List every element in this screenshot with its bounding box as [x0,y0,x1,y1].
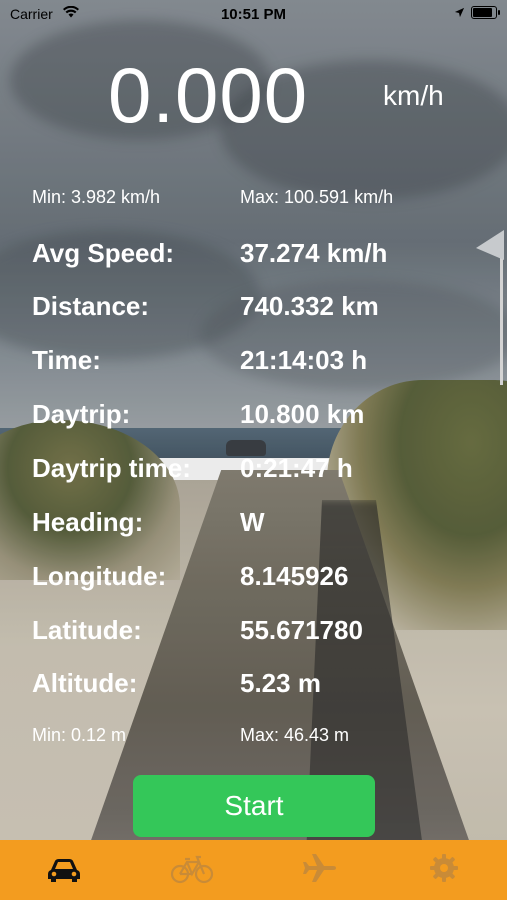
latitude-value: 55.671780 [240,615,363,645]
daytrip-value: 10.800 km [240,399,365,429]
distance-label: Distance: [32,291,150,321]
start-button[interactable]: Start [133,775,375,837]
latitude-label: Latitude: [32,615,142,645]
location-arrow-icon [454,7,465,18]
heading-value: W [240,507,265,537]
current-speed: 0.000 [108,51,309,139]
speed-max: Max: 100.591 km/h [240,187,394,207]
speed-min: Min: 3.982 km/h [32,187,161,207]
avg-speed-value: 37.274 km/h [240,238,388,268]
time-label: Time: [32,345,101,375]
tab-car[interactable] [44,850,84,886]
altitude-max: Max: 46.43 m [240,725,350,745]
tab-settings[interactable] [424,850,464,886]
status-bar: Carrier 10:51 PM [0,0,507,28]
car-icon [48,859,80,882]
tab-airplane[interactable] [300,850,340,886]
airplane-icon [303,854,336,882]
tab-bar [0,840,507,900]
daytrip-time-value: 0:21:47 h [240,453,353,483]
avg-speed-label: Avg Speed: [32,238,175,268]
altitude-value: 5.23 m [240,668,321,698]
tab-bicycle[interactable] [170,850,214,886]
time-value: 21:14:03 h [240,345,368,375]
longitude-value: 8.145926 [240,561,349,591]
gear-icon [430,854,458,882]
bicycle-icon [170,855,214,884]
speed-unit: km/h [383,80,444,111]
battery-icon [471,6,500,19]
daytrip-label: Daytrip: [32,399,131,429]
distance-value: 740.332 km [240,291,379,321]
status-time: 10:51 PM [220,6,287,23]
altitude-label: Altitude: [32,668,138,698]
daytrip-time-label: Daytrip time: [32,453,191,483]
heading-label: Heading: [32,507,144,537]
altitude-min: Min: 0.12 m [32,725,127,745]
longitude-label: Longitude: [32,561,167,591]
